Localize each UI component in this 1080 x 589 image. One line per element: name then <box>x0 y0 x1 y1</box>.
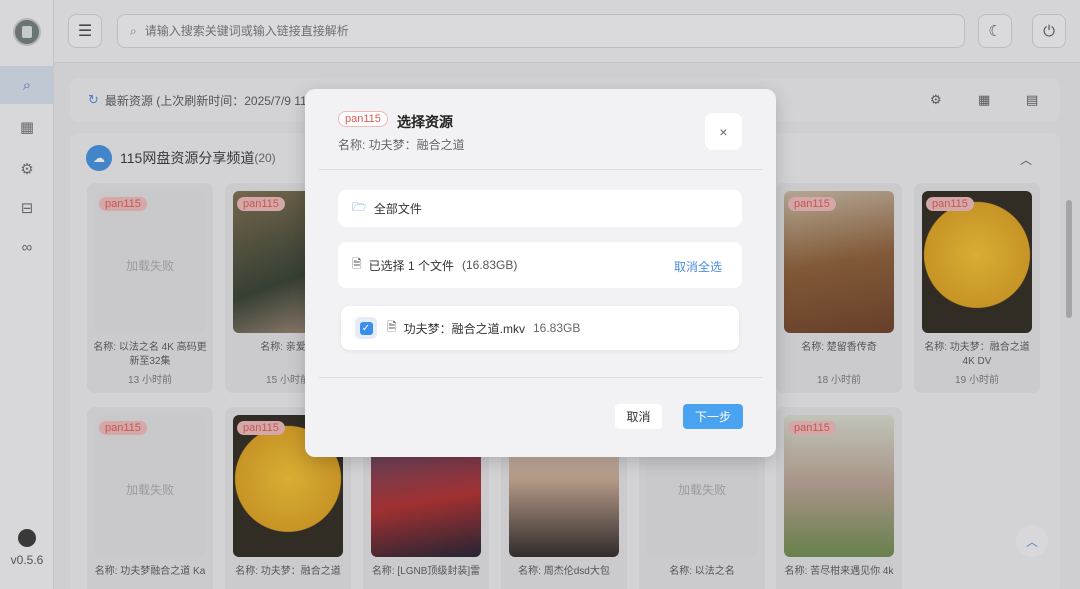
select-resource-modal: pan115 选择资源 名称: 功夫梦：融合之道 × 🗁 全部文件 🗎 已选择 … <box>305 89 776 457</box>
next-step-button[interactable]: 下一步 <box>683 404 743 429</box>
modal-subtitle: 名称: 功夫梦：融合之道 <box>338 138 465 152</box>
file-name: 功夫梦：融合之道.mkv <box>403 321 525 336</box>
all-files-label: 全部文件 <box>373 202 422 216</box>
checkmark-icon: ✓ <box>359 321 373 335</box>
close-icon: × <box>719 123 728 140</box>
file-checkbox[interactable]: ✓ <box>355 317 377 339</box>
modal-title: 选择资源 <box>397 114 453 130</box>
deselect-all-link[interactable]: 取消全选 <box>674 258 722 275</box>
divider <box>319 169 762 170</box>
selected-size-text: (16.83GB) <box>462 258 518 272</box>
folder-open-icon: 🗁 <box>352 200 367 214</box>
file-size: 16.83GB <box>533 321 581 335</box>
cancel-button[interactable]: 取消 <box>615 404 662 429</box>
document-icon: 🗎 <box>387 319 397 334</box>
file-row[interactable]: ✓ 🗎 功夫梦：融合之道.mkv 16.83GB <box>341 306 739 350</box>
pan115-tag: pan115 <box>338 111 388 127</box>
all-files-row[interactable]: 🗁 全部文件 <box>338 190 742 227</box>
selected-count-text: 已选择 1 个文件 <box>368 258 454 273</box>
document-icon: 🗎 <box>352 256 362 271</box>
divider <box>319 377 762 378</box>
selection-summary-row: 🗎 已选择 1 个文件 (16.83GB) 取消全选 <box>338 242 742 288</box>
close-button[interactable]: × <box>705 113 742 150</box>
